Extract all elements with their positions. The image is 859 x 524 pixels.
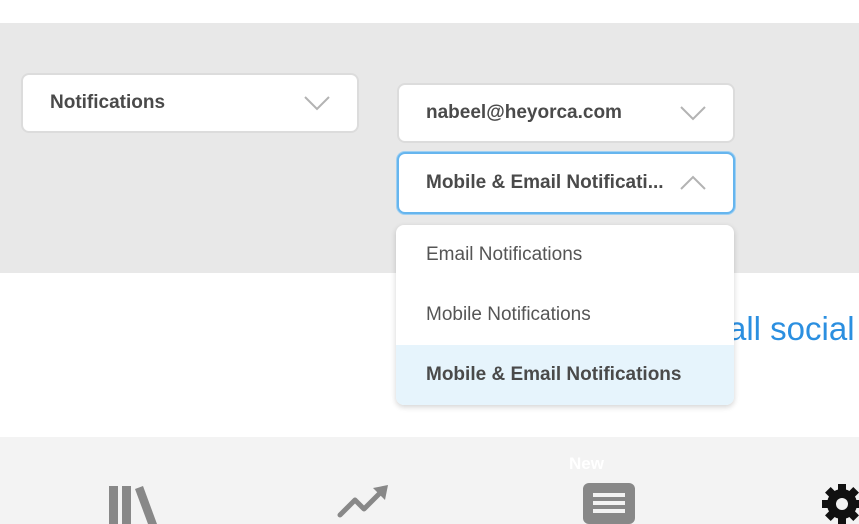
chevron-up-icon: [679, 174, 707, 192]
social-link[interactable]: all social: [728, 310, 855, 348]
option-email-notifications[interactable]: Email Notifications: [396, 225, 734, 285]
nav-analytics[interactable]: [337, 485, 391, 524]
posts-icon: [583, 483, 635, 524]
option-mobile-email-notifications[interactable]: Mobile & Email Notifications: [396, 345, 734, 405]
top-strip: [0, 0, 859, 23]
notification-type-select[interactable]: Mobile & Email Notificati...: [397, 152, 735, 214]
nav-posts[interactable]: [583, 483, 635, 524]
library-icon: [109, 486, 157, 524]
notification-type-dropdown: Email Notifications Mobile Notifications…: [396, 225, 734, 405]
option-mobile-notifications[interactable]: Mobile Notifications: [396, 285, 734, 345]
nav-library[interactable]: [107, 486, 161, 524]
category-select-value: Notifications: [50, 92, 166, 113]
chevron-down-icon: [303, 94, 331, 112]
account-select[interactable]: nabeel@heyorca.com: [397, 83, 735, 143]
category-select[interactable]: Notifications: [21, 73, 359, 133]
account-select-value: nabeel@heyorca.com: [426, 102, 622, 123]
trending-icon: [337, 485, 388, 518]
notification-type-select-value: Mobile & Email Notificati...: [426, 172, 664, 193]
chevron-down-icon: [679, 104, 707, 122]
nav-settings[interactable]: [820, 480, 859, 524]
gear-icon: [822, 484, 859, 524]
new-badge: New: [569, 454, 604, 473]
